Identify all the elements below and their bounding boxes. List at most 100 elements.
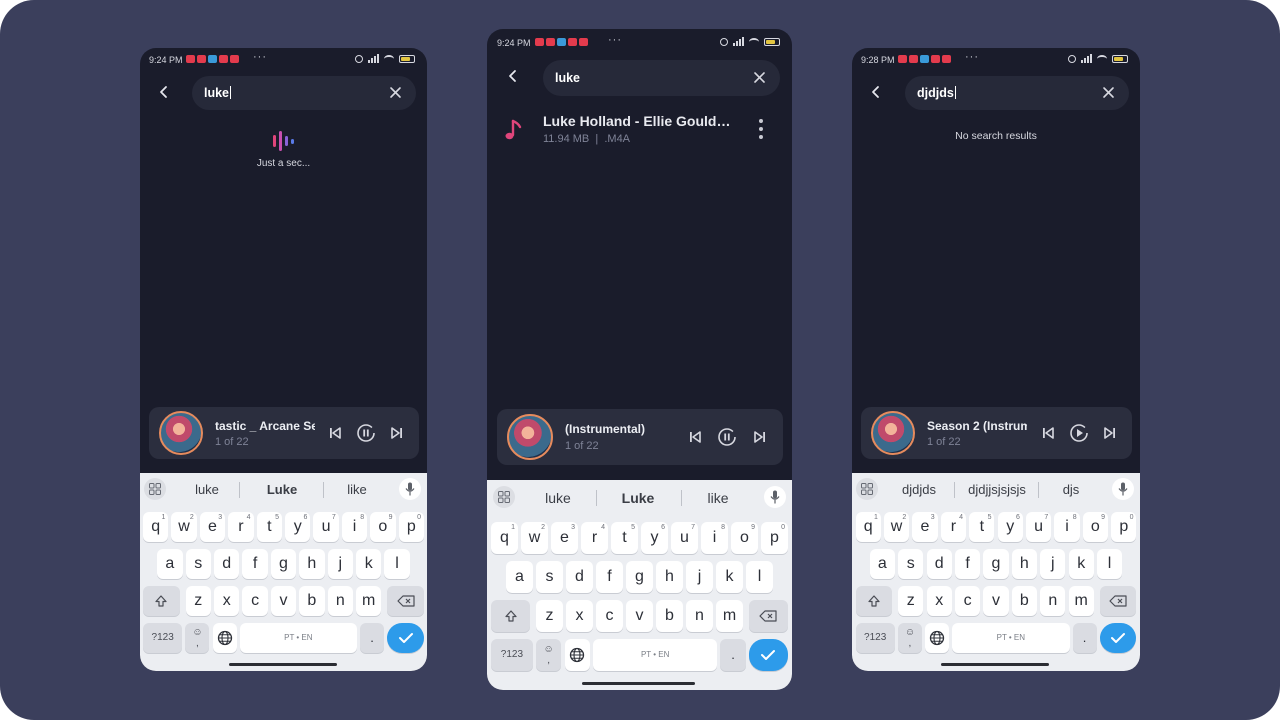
key-i[interactable]: i8	[341, 512, 368, 542]
key-x[interactable]: x	[566, 600, 593, 632]
key-g[interactable]: g	[626, 561, 653, 593]
pause-icon[interactable]	[356, 423, 376, 443]
skip-previous-icon[interactable]	[325, 423, 345, 443]
key-g[interactable]: g	[983, 549, 1009, 579]
symbols-key[interactable]: ?123	[491, 639, 533, 671]
back-arrow-icon[interactable]	[157, 85, 171, 99]
key-a[interactable]: a	[869, 549, 896, 579]
skip-previous-icon[interactable]	[1038, 423, 1058, 443]
key-h[interactable]: h	[1011, 549, 1038, 579]
search-input[interactable]: djdjds	[905, 76, 1129, 110]
backspace-icon[interactable]	[748, 600, 788, 632]
key-m[interactable]: m	[356, 586, 382, 616]
space-bar[interactable]: PT • EN	[952, 623, 1070, 653]
mini-player[interactable]: tastic _ Arcane Se 1 of 22	[149, 407, 419, 459]
suggestion-3[interactable]: like	[328, 482, 386, 497]
globe-icon[interactable]	[564, 639, 591, 671]
key-s[interactable]: s	[898, 549, 924, 579]
key-a[interactable]: a	[157, 549, 183, 579]
key-d[interactable]: d	[566, 561, 593, 593]
key-o[interactable]: o9	[731, 522, 758, 554]
key-v[interactable]: v	[626, 600, 653, 632]
back-arrow-icon[interactable]	[869, 85, 883, 99]
period-key[interactable]: .	[360, 623, 385, 653]
key-l[interactable]: l	[1096, 549, 1123, 579]
key-k[interactable]: k	[356, 549, 382, 579]
grid-icon[interactable]	[144, 478, 166, 500]
backspace-icon[interactable]	[1099, 586, 1137, 616]
key-x[interactable]: x	[926, 586, 952, 616]
search-input[interactable]: luke	[192, 76, 416, 110]
suggestion-2[interactable]: Luke	[253, 482, 311, 497]
space-bar[interactable]: PT • EN	[239, 623, 358, 653]
key-k[interactable]: k	[716, 561, 743, 593]
home-indicator[interactable]	[941, 663, 1049, 666]
emoji-comma-key[interactable]: ☺,	[185, 623, 210, 653]
key-j[interactable]: j	[686, 561, 713, 593]
globe-icon[interactable]	[212, 623, 237, 653]
key-j[interactable]: j	[327, 549, 353, 579]
key-y[interactable]: y6	[285, 512, 311, 542]
key-l[interactable]: l	[384, 549, 410, 579]
key-v[interactable]: v	[270, 586, 297, 616]
emoji-comma-key[interactable]: ☺,	[897, 623, 922, 653]
key-q[interactable]: q1	[143, 512, 169, 542]
key-y[interactable]: y6	[997, 512, 1023, 542]
key-c[interactable]: c	[242, 586, 268, 616]
symbols-key[interactable]: ?123	[143, 623, 183, 653]
key-z[interactable]: z	[536, 600, 563, 632]
home-indicator[interactable]	[229, 663, 337, 666]
key-k[interactable]: k	[1068, 549, 1094, 579]
skip-next-icon[interactable]	[387, 423, 407, 443]
check-icon[interactable]	[748, 639, 788, 671]
home-indicator[interactable]	[582, 682, 695, 685]
key-h[interactable]: h	[656, 561, 683, 593]
key-e[interactable]: e3	[912, 512, 938, 542]
key-z[interactable]: z	[185, 586, 211, 616]
period-key[interactable]: .	[1072, 623, 1097, 653]
mic-icon[interactable]	[764, 486, 786, 508]
key-t[interactable]: t5	[969, 512, 995, 542]
check-icon[interactable]	[387, 623, 424, 653]
suggestion-1[interactable]: luke	[527, 490, 589, 506]
key-f[interactable]: f	[954, 549, 981, 579]
shift-icon[interactable]	[855, 586, 893, 616]
key-i[interactable]: i8	[701, 522, 728, 554]
mic-icon[interactable]	[1112, 478, 1134, 500]
emoji-comma-key[interactable]: ☺,	[535, 639, 562, 671]
space-bar[interactable]: PT • EN	[593, 639, 718, 671]
key-n[interactable]: n	[1040, 586, 1066, 616]
key-m[interactable]: m	[1068, 586, 1094, 616]
mic-icon[interactable]	[399, 478, 421, 500]
suggestion-3[interactable]: djs	[1044, 482, 1098, 497]
key-f[interactable]: f	[596, 561, 623, 593]
play-icon[interactable]	[1069, 423, 1089, 443]
shift-icon[interactable]	[143, 586, 180, 616]
key-i[interactable]: i8	[1054, 512, 1080, 542]
suggestion-3[interactable]: like	[687, 490, 749, 506]
key-o[interactable]: o9	[1082, 512, 1109, 542]
key-q[interactable]: q1	[855, 512, 881, 542]
pause-icon[interactable]	[717, 427, 737, 447]
key-n[interactable]: n	[327, 586, 353, 616]
key-h[interactable]: h	[299, 549, 325, 579]
key-l[interactable]: l	[746, 561, 773, 593]
key-u[interactable]: u7	[1025, 512, 1052, 542]
check-icon[interactable]	[1099, 623, 1137, 653]
suggestion-2[interactable]: Luke	[607, 490, 669, 506]
key-g[interactable]: g	[270, 549, 297, 579]
key-e[interactable]: e3	[199, 512, 226, 542]
key-z[interactable]: z	[898, 586, 924, 616]
mini-player[interactable]: Season 2 (Instrume 1 of 22	[861, 407, 1132, 459]
search-input[interactable]: luke	[543, 60, 780, 96]
grid-icon[interactable]	[493, 486, 515, 508]
key-u[interactable]: u7	[671, 522, 698, 554]
period-key[interactable]: .	[720, 639, 746, 671]
key-q[interactable]: q1	[491, 522, 518, 554]
key-f[interactable]: f	[242, 549, 268, 579]
clear-icon[interactable]	[389, 86, 402, 99]
shift-icon[interactable]	[491, 600, 531, 632]
key-w[interactable]: w2	[521, 522, 548, 554]
key-r[interactable]: r4	[581, 522, 608, 554]
key-p[interactable]: p0	[398, 512, 424, 542]
